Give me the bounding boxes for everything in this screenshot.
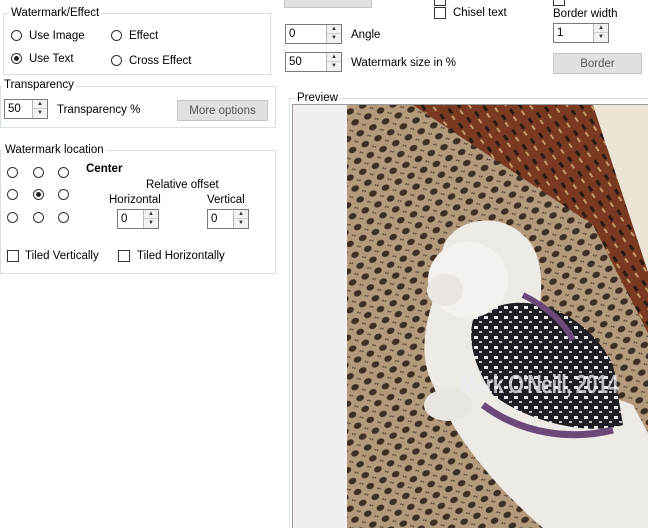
spin-down-icon[interactable]: ▼ <box>327 62 341 71</box>
spin-down-icon[interactable]: ▼ <box>594 33 608 42</box>
watermark-size-label: Watermark size in % <box>351 57 457 69</box>
chisel-text-label[interactable]: Chisel text <box>453 6 507 20</box>
preview-title: Preview <box>295 91 340 105</box>
location-top-right-radio[interactable] <box>58 167 69 178</box>
location-center-radio[interactable] <box>33 189 44 200</box>
spin-up-icon[interactable]: ▲ <box>594 24 608 33</box>
watermark-text: Mark O'Neill, 2014 <box>459 369 619 399</box>
transparency-label: Transparency % <box>57 104 141 116</box>
location-middle-left-radio[interactable] <box>7 189 18 200</box>
tiled-horizontally-label[interactable]: Tiled Horizontally <box>137 249 225 263</box>
more-options-button[interactable]: More options <box>177 100 268 121</box>
use-image-label[interactable]: Use Image <box>29 29 85 43</box>
partial-checkbox-top-right[interactable] <box>553 0 565 6</box>
effect-label[interactable]: Effect <box>129 29 158 43</box>
preview-area: Mark O'Neill, 2014 <box>292 104 648 528</box>
border-button[interactable]: Border <box>553 53 642 74</box>
vertical-offset-spinner[interactable]: 0 ▲ ▼ <box>207 209 249 229</box>
watermark-effect-title: Watermark/Effect <box>9 6 102 20</box>
watermark-location-title: Watermark location <box>3 143 106 157</box>
spin-down-icon[interactable]: ▼ <box>33 109 47 118</box>
watermark-size-value[interactable]: 50 <box>289 55 302 69</box>
location-bottom-right-radio[interactable] <box>58 212 69 223</box>
tiled-vertically-checkbox[interactable] <box>7 250 19 262</box>
watermark-size-spinner[interactable]: 50 ▲ ▼ <box>285 52 342 72</box>
spin-down-icon[interactable]: ▼ <box>234 219 248 228</box>
spin-down-icon[interactable]: ▼ <box>327 34 341 43</box>
spin-up-icon[interactable]: ▲ <box>33 100 47 109</box>
spin-up-icon[interactable]: ▲ <box>327 53 341 62</box>
preview-image <box>293 105 648 528</box>
location-top-left-radio[interactable] <box>7 167 18 178</box>
angle-spinner[interactable]: 0 ▲ ▼ <box>285 24 342 44</box>
horizontal-offset-spinner[interactable]: 0 ▲ ▼ <box>117 209 159 229</box>
location-bottom-center-radio[interactable] <box>33 212 44 223</box>
use-image-radio[interactable] <box>11 30 22 41</box>
partial-checkbox-top[interactable] <box>434 0 446 6</box>
transparency-title: Transparency <box>2 78 76 92</box>
vertical-offset-value[interactable]: 0 <box>211 212 217 226</box>
spin-up-icon[interactable]: ▲ <box>234 210 248 219</box>
location-top-center-radio[interactable] <box>33 167 44 178</box>
horizontal-label: Horizontal <box>109 194 161 206</box>
spin-up-icon[interactable]: ▲ <box>327 25 341 34</box>
angle-value[interactable]: 0 <box>289 27 295 41</box>
tiled-vertically-label[interactable]: Tiled Vertically <box>25 249 99 263</box>
border-width-label: Border width <box>553 8 618 20</box>
vertical-label: Vertical <box>207 194 245 206</box>
location-bottom-left-radio[interactable] <box>7 212 18 223</box>
transparency-value[interactable]: 50 <box>8 102 21 116</box>
text-color-button[interactable] <box>284 0 372 8</box>
border-width-value[interactable]: 1 <box>557 26 563 40</box>
cross-effect-label[interactable]: Cross Effect <box>129 54 191 68</box>
tiled-horizontally-checkbox[interactable] <box>118 250 130 262</box>
location-position-label: Center <box>86 163 123 175</box>
cross-effect-radio[interactable] <box>111 55 122 66</box>
angle-label: Angle <box>351 29 381 41</box>
location-middle-right-radio[interactable] <box>58 189 69 200</box>
spin-up-icon[interactable]: ▲ <box>144 210 158 219</box>
chisel-text-checkbox[interactable] <box>434 7 446 19</box>
spin-down-icon[interactable]: ▼ <box>144 219 158 228</box>
effect-radio[interactable] <box>111 30 122 41</box>
use-text-radio[interactable] <box>11 53 22 64</box>
transparency-spinner[interactable]: 50 ▲ ▼ <box>4 99 48 119</box>
horizontal-offset-value[interactable]: 0 <box>121 212 127 226</box>
use-text-label[interactable]: Use Text <box>29 52 74 66</box>
border-width-spinner[interactable]: 1 ▲ ▼ <box>553 23 609 43</box>
relative-offset-label: Relative offset <box>146 179 219 191</box>
